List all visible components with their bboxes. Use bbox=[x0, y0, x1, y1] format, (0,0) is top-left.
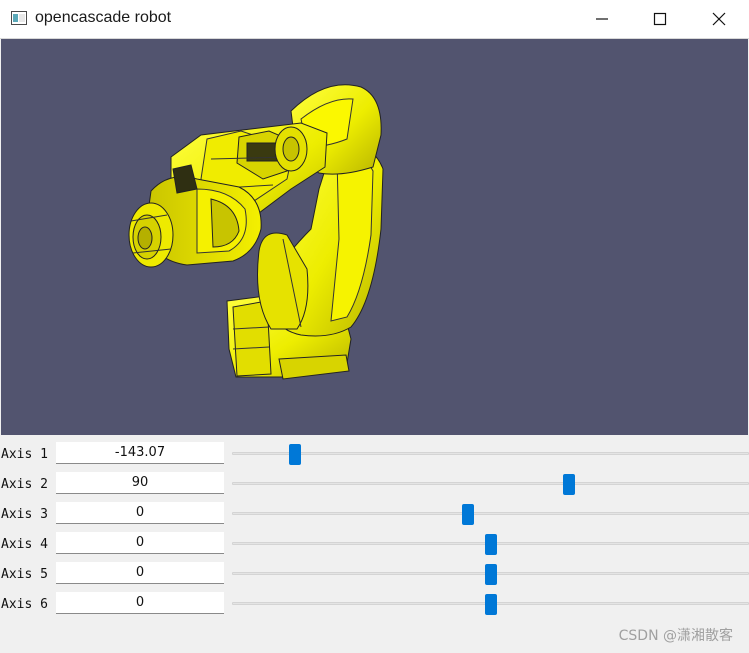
robot-arm-model bbox=[128, 84, 384, 380]
slider-track bbox=[232, 512, 749, 515]
axis-2-value-field[interactable] bbox=[56, 472, 224, 494]
axis-2-slider[interactable] bbox=[232, 474, 749, 495]
minimize-icon bbox=[596, 18, 608, 20]
title-bar[interactable]: opencascade robot bbox=[0, 0, 749, 39]
axis-controls-panel: Axis 1 Axis 2 Axis 3 Axis 4 Axis 5 bbox=[0, 436, 749, 653]
maximize-icon bbox=[653, 12, 667, 26]
slider-handle[interactable] bbox=[563, 474, 576, 495]
axis-4-slider[interactable] bbox=[232, 534, 749, 555]
axis-3-slider[interactable] bbox=[232, 504, 749, 525]
axis-label: Axis 3 bbox=[1, 507, 48, 522]
axis-row-3: Axis 3 bbox=[0, 496, 749, 526]
axis-row-2: Axis 2 bbox=[0, 466, 749, 496]
watermark: CSDN @潇湘散客 bbox=[618, 628, 733, 644]
axis-6-slider[interactable] bbox=[232, 594, 749, 615]
axis-5-slider[interactable] bbox=[232, 564, 749, 585]
axis-label: Axis 6 bbox=[1, 597, 48, 612]
app-icon bbox=[11, 11, 27, 25]
axis-label: Axis 4 bbox=[1, 537, 48, 552]
axis-1-slider[interactable] bbox=[232, 444, 749, 465]
axis-row-1: Axis 1 bbox=[0, 436, 749, 466]
axis-row-4: Axis 4 bbox=[0, 526, 749, 556]
axis-1-value-field[interactable] bbox=[56, 442, 224, 464]
axis-row-5: Axis 5 bbox=[0, 556, 749, 586]
slider-handle[interactable] bbox=[484, 534, 497, 555]
slider-track bbox=[232, 452, 749, 455]
close-icon bbox=[712, 12, 726, 26]
axis-label: Axis 2 bbox=[1, 477, 48, 492]
3d-viewport[interactable] bbox=[1, 39, 748, 435]
axis-5-value-field[interactable] bbox=[56, 562, 224, 584]
slider-handle[interactable] bbox=[484, 564, 497, 585]
slider-handle[interactable] bbox=[484, 594, 497, 615]
slider-handle[interactable] bbox=[462, 504, 475, 525]
axis-6-value-field[interactable] bbox=[56, 592, 224, 614]
axis-3-value-field[interactable] bbox=[56, 502, 224, 524]
slider-handle[interactable] bbox=[289, 444, 302, 465]
axis-label: Axis 5 bbox=[1, 567, 48, 582]
maximize-button[interactable] bbox=[631, 0, 689, 38]
axis-row-6: Axis 6 bbox=[0, 586, 749, 616]
close-button[interactable] bbox=[690, 0, 748, 38]
axis-label: Axis 1 bbox=[1, 447, 48, 462]
axis-4-value-field[interactable] bbox=[56, 532, 224, 554]
window-title: opencascade robot bbox=[35, 9, 172, 26]
minimize-button[interactable] bbox=[573, 0, 631, 38]
slider-track bbox=[232, 482, 749, 485]
